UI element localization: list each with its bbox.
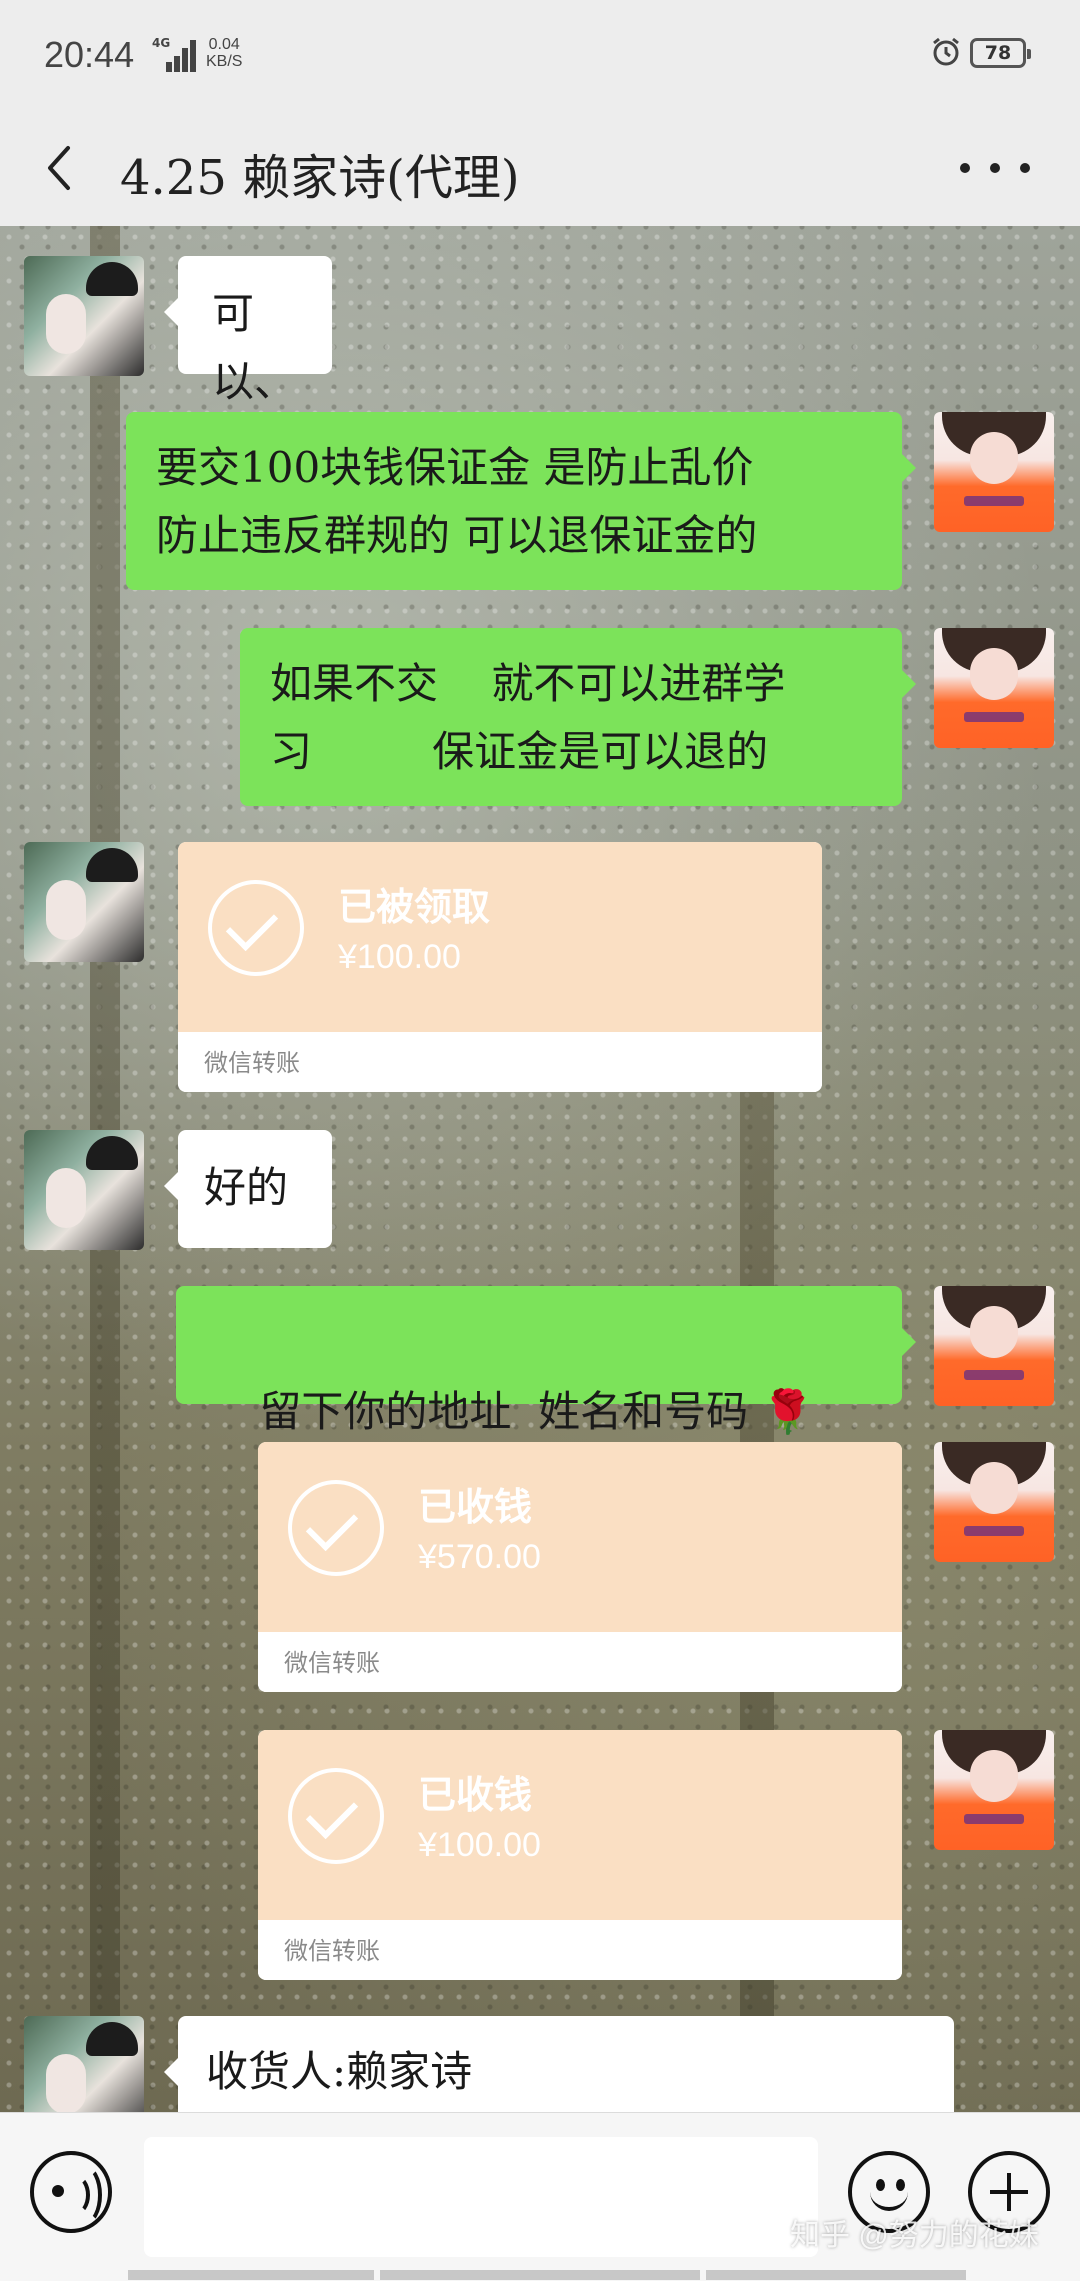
message-text: 可以、 [212, 289, 297, 406]
transfer-source-label: 微信转账 [284, 1937, 380, 1965]
message-text-line: 防止违反群规的 可以退保证金的 [156, 511, 758, 560]
message-bubble[interactable]: 留下你的地址 姓名和号码 🌹 [176, 1286, 916, 1436]
message-text-line: 要交100块钱保证金 是防止乱价 [156, 443, 754, 492]
message-bubble[interactable]: 好的 [164, 1130, 332, 1248]
watermark: 知乎 @努力的花妹 [790, 2219, 1039, 2252]
message-text: 留下你的地址 姓名和号码 🌹 [259, 1387, 814, 1436]
transfer-status: 已收钱 [418, 1772, 533, 1817]
nav-hint [380, 2270, 700, 2280]
transfer-amount: ¥100.00 [418, 1826, 541, 1864]
voice-input-button[interactable] [30, 2151, 112, 2233]
my-avatar[interactable] [934, 1442, 1054, 1562]
network-speed-value: 0.04 [208, 36, 240, 53]
message-text-line: 如果不交 就不可以进群学 [270, 659, 786, 708]
message-text: 收货人:赖家诗 [206, 2047, 473, 2096]
network-type: 4G [152, 36, 171, 50]
message-bubble[interactable]: 要交100块钱保证金 是防止乱价 防止违反群规的 可以退保证金的 [126, 412, 916, 590]
clock: 20:44 [44, 34, 135, 75]
transfer-amount: ¥570.00 [418, 1538, 541, 1576]
my-avatar[interactable] [934, 628, 1054, 748]
transfer-source-label: 微信转账 [284, 1649, 380, 1677]
cellular-signal-icon: 4G [152, 36, 198, 72]
check-circle-icon [288, 1480, 384, 1576]
nav-hint [706, 2270, 966, 2280]
my-avatar[interactable] [934, 412, 1054, 532]
contact-avatar[interactable] [24, 842, 144, 962]
my-avatar[interactable] [934, 1286, 1054, 1406]
status-bar: 20:44 4G 0.04 KB/S 78 [0, 0, 1080, 110]
more-options-button[interactable] [960, 146, 1030, 190]
chat-message-list[interactable]: 可以、 要交100块钱保证金 是防止乱价 防止违反群规的 可以退保证金的 如果不… [0, 226, 1080, 2112]
chat-title: 4.25 赖家诗(代理) [120, 150, 520, 206]
check-circle-icon [288, 1768, 384, 1864]
message-bubble[interactable]: 可以、 [164, 256, 332, 406]
message-text: 好的 [204, 1163, 289, 1212]
network-speed: 0.04 KB/S [206, 36, 242, 70]
transfer-card[interactable]: 已收钱 ¥100.00 微信转账 [258, 1730, 902, 1980]
transfer-status: 已收钱 [418, 1484, 533, 1529]
contact-avatar[interactable] [24, 1130, 144, 1250]
transfer-card[interactable]: 已被领取 ¥100.00 微信转账 [178, 842, 822, 1092]
contact-avatar[interactable] [24, 256, 144, 376]
back-button[interactable] [38, 128, 82, 208]
contact-avatar[interactable] [24, 2016, 144, 2112]
more-dots-icon [960, 163, 970, 173]
transfer-amount: ¥100.00 [338, 938, 461, 976]
chat-header: 4.25 赖家诗(代理) [0, 110, 1080, 227]
alarm-icon [933, 37, 959, 66]
message-text-line: 习 保证金是可以退的 [270, 727, 769, 776]
transfer-status: 已被领取 [338, 884, 491, 929]
transfer-source-label: 微信转账 [204, 1049, 300, 1077]
message-bubble[interactable]: 收货人:赖家诗 [164, 2016, 954, 2112]
my-avatar[interactable] [934, 1730, 1054, 1850]
nav-hint [128, 2270, 374, 2280]
message-input[interactable] [144, 2137, 818, 2257]
network-speed-unit: KB/S [206, 53, 243, 70]
message-bubble[interactable]: 如果不交 就不可以进群学 习 保证金是可以退的 [240, 628, 916, 806]
transfer-card[interactable]: 已收钱 ¥570.00 微信转账 [258, 1442, 902, 1692]
check-circle-icon [208, 880, 304, 976]
battery-indicator: 78 [970, 38, 1031, 68]
input-bar [0, 2112, 1080, 2281]
